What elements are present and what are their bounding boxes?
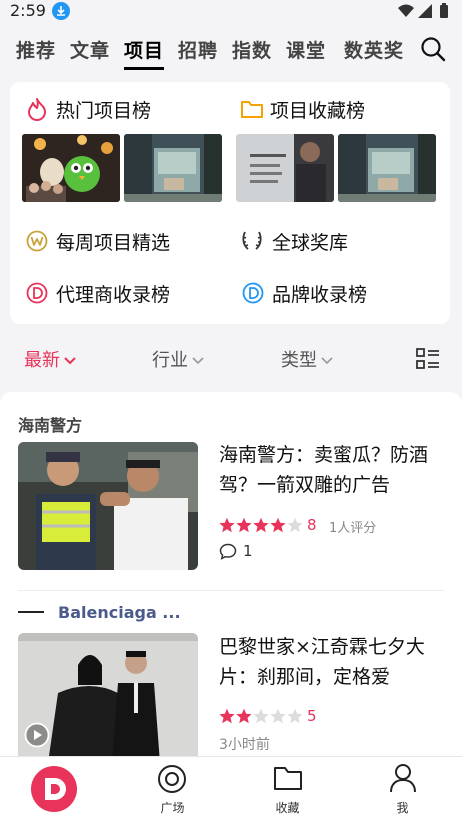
rating-count: 1人评分	[329, 521, 377, 536]
filter-industry-label: 行业	[152, 350, 188, 371]
balenciaga-logo	[18, 611, 44, 613]
app-logo-icon	[31, 766, 77, 812]
article-title[interactable]: 海南警方：卖蜜瓜？防酒 驾？一箭双雕的广告	[219, 440, 445, 500]
filter-type[interactable]: 类型	[281, 346, 333, 372]
nav-me-label: 我	[396, 801, 409, 815]
nav-home[interactable]	[0, 757, 115, 819]
rating-stars	[219, 708, 303, 724]
nav-me[interactable]: 我	[345, 757, 460, 819]
folder-icon	[241, 101, 263, 118]
status-bar: 2:59	[0, 0, 462, 22]
tab-projects[interactable]: 项目	[124, 36, 164, 63]
filter-type-label: 类型	[281, 350, 317, 371]
system-status-icons	[398, 3, 448, 18]
article-source[interactable]: Balenciaga ...	[58, 603, 181, 622]
chevron-down-icon	[321, 357, 333, 365]
tab-recommend[interactable]: 推荐	[16, 36, 56, 63]
active-tab-indicator	[124, 67, 164, 70]
video-play-icon[interactable]	[24, 722, 50, 748]
plaza-icon	[158, 765, 186, 793]
article-image[interactable]	[18, 442, 198, 570]
filter-latest-label: 最新	[24, 350, 60, 371]
global-awards-link[interactable]: 全球奖库	[272, 228, 348, 255]
tab-awards[interactable]: 数英奖	[344, 36, 404, 63]
rating-stars	[219, 517, 303, 533]
flame-icon	[28, 98, 46, 121]
agency-ranking-link[interactable]: 代理商收录榜	[56, 280, 170, 307]
tab-index[interactable]: 指数	[232, 36, 272, 63]
bottom-nav: 广场 收藏 我	[0, 756, 462, 819]
status-time: 2:59	[10, 1, 46, 20]
folder-icon	[274, 767, 302, 790]
agency-icon	[26, 282, 48, 304]
list-view-icon[interactable]	[416, 348, 440, 370]
brand-icon	[242, 282, 264, 304]
user-icon	[390, 764, 416, 793]
weekly-picks-icon	[26, 230, 48, 252]
filter-bar: 最新 行业 类型	[0, 336, 462, 380]
article-title-line: 巴黎世家×江奇霖七夕大	[219, 636, 425, 658]
laurel-icon	[242, 231, 262, 250]
fav-thumb-2[interactable]	[338, 134, 436, 202]
fav-thumb-1[interactable]	[236, 134, 334, 202]
comment-icon	[219, 543, 237, 560]
download-icon	[52, 2, 70, 20]
comment-count: 1	[243, 542, 253, 560]
article-image[interactable]	[18, 633, 198, 756]
article-title[interactable]: 巴黎世家×江奇霖七夕大 片：刹那间，定格爱	[219, 632, 445, 692]
favorite-projects-title[interactable]: 项目收藏榜	[270, 96, 365, 123]
tab-articles[interactable]: 文章	[70, 36, 110, 63]
chevron-down-icon	[64, 357, 76, 365]
article-title-line: 海南警方：卖蜜瓜？防酒	[219, 444, 429, 466]
brand-ranking-link[interactable]: 品牌收录榜	[272, 280, 367, 307]
hot-thumb-1[interactable]	[22, 134, 120, 202]
publish-time: 3小时前	[219, 737, 270, 753]
search-icon[interactable]	[420, 36, 446, 62]
article-source[interactable]: 海南警方	[18, 412, 82, 436]
nav-plaza[interactable]: 广场	[115, 757, 230, 819]
divider	[18, 590, 444, 591]
nav-favorites[interactable]: 收藏	[230, 757, 345, 819]
tab-jobs[interactable]: 招聘	[178, 36, 218, 63]
rating-score: 8	[307, 516, 317, 534]
filter-industry[interactable]: 行业	[152, 346, 204, 372]
rankings-card: 热门项目榜 项目收藏榜 每周项目精选 全球奖库 代理商收录榜 品牌收录榜	[10, 82, 450, 324]
tab-classroom[interactable]: 课堂	[286, 36, 326, 63]
hot-thumb-2[interactable]	[124, 134, 222, 202]
weekly-picks-link[interactable]: 每周项目精选	[56, 228, 170, 255]
rating-score: 5	[307, 707, 317, 725]
hot-projects-title[interactable]: 热门项目榜	[56, 96, 151, 123]
article-title-line: 驾？一箭双雕的广告	[219, 474, 391, 496]
nav-favorites-label: 收藏	[275, 801, 300, 815]
top-tabs: 推荐 文章 项目 招聘 指数 课堂 数英奖	[0, 28, 462, 72]
filter-latest[interactable]: 最新	[24, 346, 76, 372]
project-feed: 海南警方 海南警方：卖蜜瓜？防酒 驾？一箭双雕的广告 8 1人评分 1 Bale…	[0, 392, 462, 756]
article-title-line: 片：刹那间，定格爱	[219, 666, 391, 688]
chevron-down-icon	[192, 357, 204, 365]
nav-plaza-label: 广场	[160, 801, 185, 815]
